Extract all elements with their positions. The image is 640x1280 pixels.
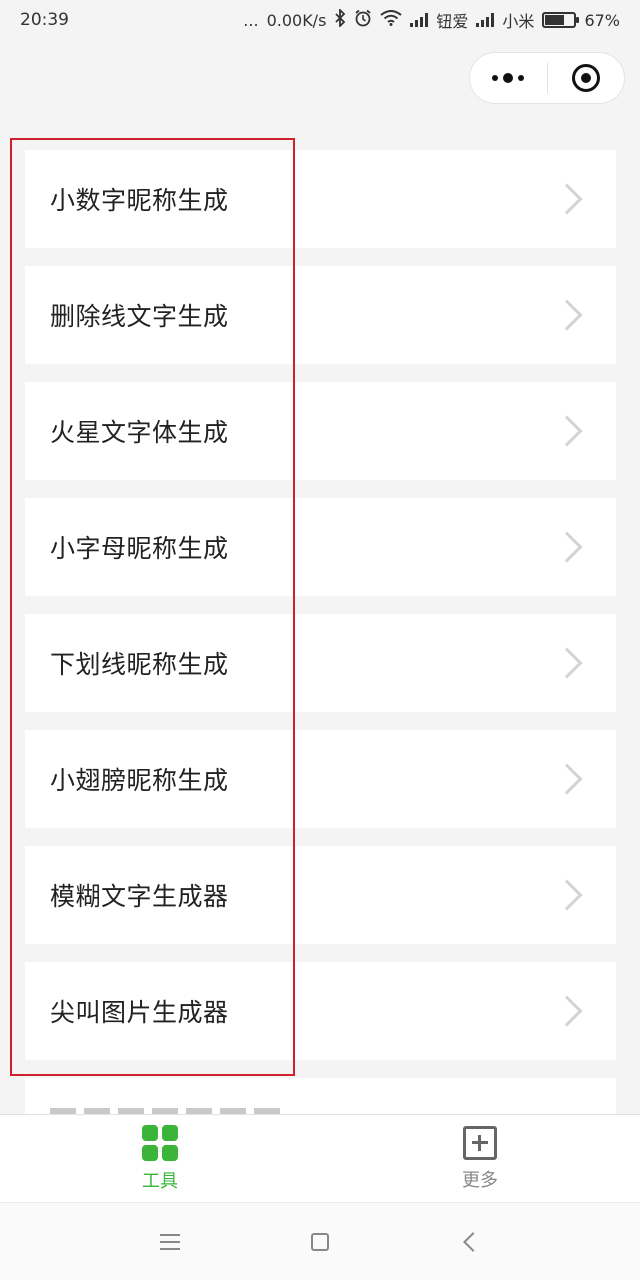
chevron-right-icon <box>551 879 583 911</box>
alarm-icon <box>354 9 372 32</box>
plus-square-icon <box>463 1125 497 1160</box>
carrier-1: 钮爱 <box>436 12 469 31</box>
status-time: 20:39 <box>20 10 69 30</box>
wifi-icon <box>380 9 403 31</box>
list-item[interactable]: 删除线文字生成 <box>25 266 616 364</box>
list-item-label: 模糊文字生成器 <box>50 882 229 911</box>
battery-icon <box>542 12 580 28</box>
chevron-right-icon <box>551 763 583 795</box>
tool-list: 小数字昵称生成 删除线文字生成 火星文字体生成 小字母昵称生成 下划线昵称生成 … <box>25 150 616 1136</box>
list-item[interactable]: 火星文字体生成 <box>25 382 616 480</box>
signal-icon-2 <box>476 13 495 27</box>
tab-label: 工具 <box>142 1170 178 1192</box>
tab-label: 更多 <box>462 1169 498 1191</box>
list-item[interactable]: 模糊文字生成器 <box>25 846 616 944</box>
chevron-right-icon <box>551 415 583 447</box>
status-bar: 20:39 ... 0.00K/s 钮爱 小米 67% <box>0 0 640 40</box>
target-icon <box>571 64 600 92</box>
network-speed: 0.00K/s <box>266 10 327 30</box>
recent-apps-button[interactable] <box>150 1222 190 1262</box>
list-item-label: 删除线文字生成 <box>50 302 229 331</box>
more-dots-icon <box>492 73 525 83</box>
back-chevron-icon <box>463 1231 483 1252</box>
mini-program-capsule <box>469 52 625 104</box>
list-item-label: 下划线昵称生成 <box>50 650 229 679</box>
list-item[interactable]: 小数字昵称生成 <box>25 150 616 248</box>
list-item-label: 小数字昵称生成 <box>50 186 229 215</box>
list-item-label: 尖叫图片生成器 <box>50 998 229 1027</box>
list-item[interactable]: 下划线昵称生成 <box>25 614 616 712</box>
chevron-right-icon <box>551 183 583 215</box>
battery-fill <box>545 15 565 25</box>
list-item-partial[interactable] <box>25 1078 616 1118</box>
close-mini-program-button[interactable] <box>548 53 625 103</box>
list-item-label: 小翅膀昵称生成 <box>50 766 229 795</box>
status-dots: ... <box>243 10 259 30</box>
back-button[interactable] <box>450 1222 490 1262</box>
battery-percent: 67% <box>584 10 620 30</box>
chevron-right-icon <box>551 299 583 331</box>
bluetooth-icon <box>334 7 346 32</box>
home-square-icon <box>311 1232 329 1251</box>
home-button[interactable] <box>300 1222 340 1262</box>
system-navigation-bar <box>0 1202 640 1280</box>
chevron-right-icon <box>551 995 583 1027</box>
tab-bar: 工具 更多 <box>0 1114 640 1202</box>
carrier-2: 小米 <box>502 12 535 31</box>
list-item[interactable]: 小翅膀昵称生成 <box>25 730 616 828</box>
chevron-right-icon <box>551 531 583 563</box>
status-indicators: ... 0.00K/s 钮爱 小米 67% <box>243 7 620 32</box>
list-item[interactable]: 尖叫图片生成器 <box>25 962 616 1060</box>
signal-icon <box>410 13 429 27</box>
list-item[interactable]: 小字母昵称生成 <box>25 498 616 596</box>
tab-more[interactable]: 更多 <box>320 1115 640 1202</box>
menu-icon <box>160 1233 180 1250</box>
list-item-label: 小字母昵称生成 <box>50 534 229 563</box>
grid-icon <box>142 1124 178 1161</box>
more-menu-button[interactable] <box>470 53 547 103</box>
chevron-right-icon <box>551 647 583 679</box>
list-item-label: 火星文字体生成 <box>50 418 229 447</box>
tab-tools[interactable]: 工具 <box>0 1115 320 1202</box>
